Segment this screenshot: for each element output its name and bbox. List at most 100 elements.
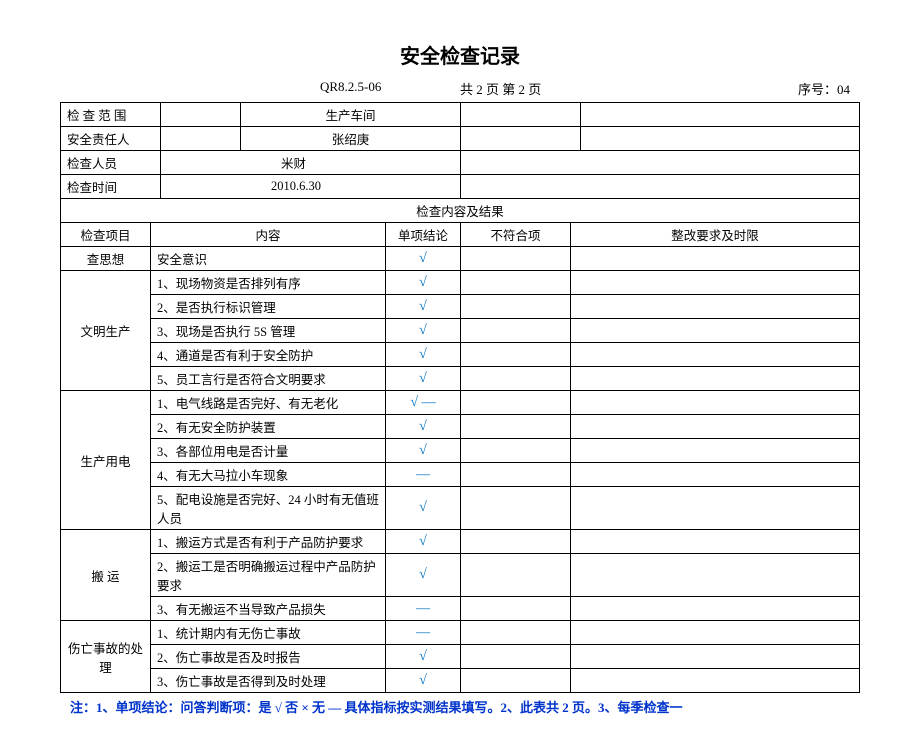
result-cell: √ [386, 415, 461, 439]
requirement-cell [571, 367, 860, 391]
result-cell: √ [386, 343, 461, 367]
resp-value: 张绍庚 [241, 127, 461, 151]
col-content: 内容 [151, 223, 386, 247]
col-nonconform: 不符合项 [461, 223, 571, 247]
table-row: 检查人员 米财 [61, 151, 860, 175]
result-cell: √ [386, 554, 461, 597]
content-cell: 3、伤亡事故是否得到及时处理 [151, 669, 386, 693]
content-cell: 安全意识 [151, 247, 386, 271]
content-cell: 1、搬运方式是否有利于产品防护要求 [151, 530, 386, 554]
table-row: 2、伤亡事故是否及时报告√ [61, 645, 860, 669]
requirement-cell [571, 247, 860, 271]
requirement-cell [571, 597, 860, 621]
meta-row: QR8.2.5-06 共 2 页 第 2 页 序号：04 [60, 79, 860, 98]
table-row: 3、伤亡事故是否得到及时处理√ [61, 669, 860, 693]
doc-number: QR8.2.5-06 [320, 79, 460, 98]
content-cell: 3、现场是否执行 5S 管理 [151, 319, 386, 343]
table-row: 检查内容及结果 [61, 199, 860, 223]
table-row: 3、有无搬运不当导致产品损失— [61, 597, 860, 621]
table-row: 查思想安全意识√ [61, 247, 860, 271]
nonconform-cell [461, 597, 571, 621]
seq-number: 序号：04 [640, 79, 850, 98]
table-row: 3、各部位用电是否计量√ [61, 439, 860, 463]
requirement-cell [571, 439, 860, 463]
result-cell: — [386, 597, 461, 621]
content-cell: 4、有无大马拉小车现象 [151, 463, 386, 487]
result-cell: √ [386, 645, 461, 669]
result-cell: √ [386, 487, 461, 530]
category-cell: 生产用电 [61, 391, 151, 530]
content-cell: 3、各部位用电是否计量 [151, 439, 386, 463]
content-cell: 2、伤亡事故是否及时报告 [151, 645, 386, 669]
scope-value: 生产车间 [241, 103, 461, 127]
requirement-cell [571, 530, 860, 554]
requirement-cell [571, 415, 860, 439]
nonconform-cell [461, 415, 571, 439]
doc-title: 安全检查记录 [60, 40, 860, 69]
nonconform-cell [461, 669, 571, 693]
result-cell: √ [386, 295, 461, 319]
result-cell: √ [386, 439, 461, 463]
table-row: 5、配电设施是否完好、24 小时有无值班人员√ [61, 487, 860, 530]
content-cell: 1、现场物资是否排列有序 [151, 271, 386, 295]
requirement-cell [571, 463, 860, 487]
table-row: 安全责任人 张绍庚 [61, 127, 860, 151]
nonconform-cell [461, 554, 571, 597]
table-row: 检 查 范 围 生产车间 [61, 103, 860, 127]
requirement-cell [571, 487, 860, 530]
content-cell: 1、电气线路是否完好、有无老化 [151, 391, 386, 415]
requirement-cell [571, 319, 860, 343]
table-row: 2、是否执行标识管理√ [61, 295, 860, 319]
nonconform-cell [461, 530, 571, 554]
col-requirement: 整改要求及时限 [571, 223, 860, 247]
requirement-cell [571, 343, 860, 367]
col-result: 单项结论 [386, 223, 461, 247]
result-cell: √ [386, 319, 461, 343]
time-label: 检查时间 [61, 175, 161, 199]
nonconform-cell [461, 343, 571, 367]
nonconform-cell [461, 319, 571, 343]
table-header-row: 检查项目 内容 单项结论 不符合项 整改要求及时限 [61, 223, 860, 247]
nonconform-cell [461, 463, 571, 487]
requirement-cell [571, 621, 860, 645]
nonconform-cell [461, 367, 571, 391]
nonconform-cell [461, 621, 571, 645]
content-cell: 2、有无安全防护装置 [151, 415, 386, 439]
nonconform-cell [461, 271, 571, 295]
content-cell: 1、统计期内有无伤亡事故 [151, 621, 386, 645]
result-cell: √ — [386, 391, 461, 415]
requirement-cell [571, 295, 860, 319]
table-row: 搬 运1、搬运方式是否有利于产品防护要求√ [61, 530, 860, 554]
table-row: 文明生产1、现场物资是否排列有序√ [61, 271, 860, 295]
result-cell: √ [386, 530, 461, 554]
document-wrap: 安全检查记录 QR8.2.5-06 共 2 页 第 2 页 序号：04 检 查 … [60, 40, 860, 716]
result-cell: √ [386, 271, 461, 295]
nonconform-cell [461, 295, 571, 319]
category-cell: 伤亡事故的处理 [61, 621, 151, 693]
resp-label: 安全责任人 [61, 127, 161, 151]
table-row: 4、有无大马拉小车现象— [61, 463, 860, 487]
content-table: 检查内容及结果 检查项目 内容 单项结论 不符合项 整改要求及时限 查思想安全意… [60, 198, 860, 693]
content-cell: 2、是否执行标识管理 [151, 295, 386, 319]
table-row: 4、通道是否有利于安全防护√ [61, 343, 860, 367]
section-header: 检查内容及结果 [61, 199, 860, 223]
footnote: 注：1、单项结论：问答判断项：是 √ 否 × 无 — 具体指标按实测结果填写。2… [60, 697, 860, 716]
table-row: 生产用电1、电气线路是否完好、有无老化√ — [61, 391, 860, 415]
requirement-cell [571, 645, 860, 669]
nonconform-cell [461, 487, 571, 530]
nonconform-cell [461, 391, 571, 415]
result-cell: — [386, 463, 461, 487]
content-cell: 5、员工言行是否符合文明要求 [151, 367, 386, 391]
table-row: 2、有无安全防护装置√ [61, 415, 860, 439]
category-cell: 文明生产 [61, 271, 151, 391]
inspector-value: 米财 [161, 151, 461, 175]
nonconform-cell [461, 439, 571, 463]
col-category: 检查项目 [61, 223, 151, 247]
requirement-cell [571, 391, 860, 415]
content-cell: 3、有无搬运不当导致产品损失 [151, 597, 386, 621]
result-cell: √ [386, 247, 461, 271]
category-cell: 查思想 [61, 247, 151, 271]
table-row: 3、现场是否执行 5S 管理√ [61, 319, 860, 343]
table-row: 检查时间 2010.6.30 [61, 175, 860, 199]
table-row: 5、员工言行是否符合文明要求√ [61, 367, 860, 391]
